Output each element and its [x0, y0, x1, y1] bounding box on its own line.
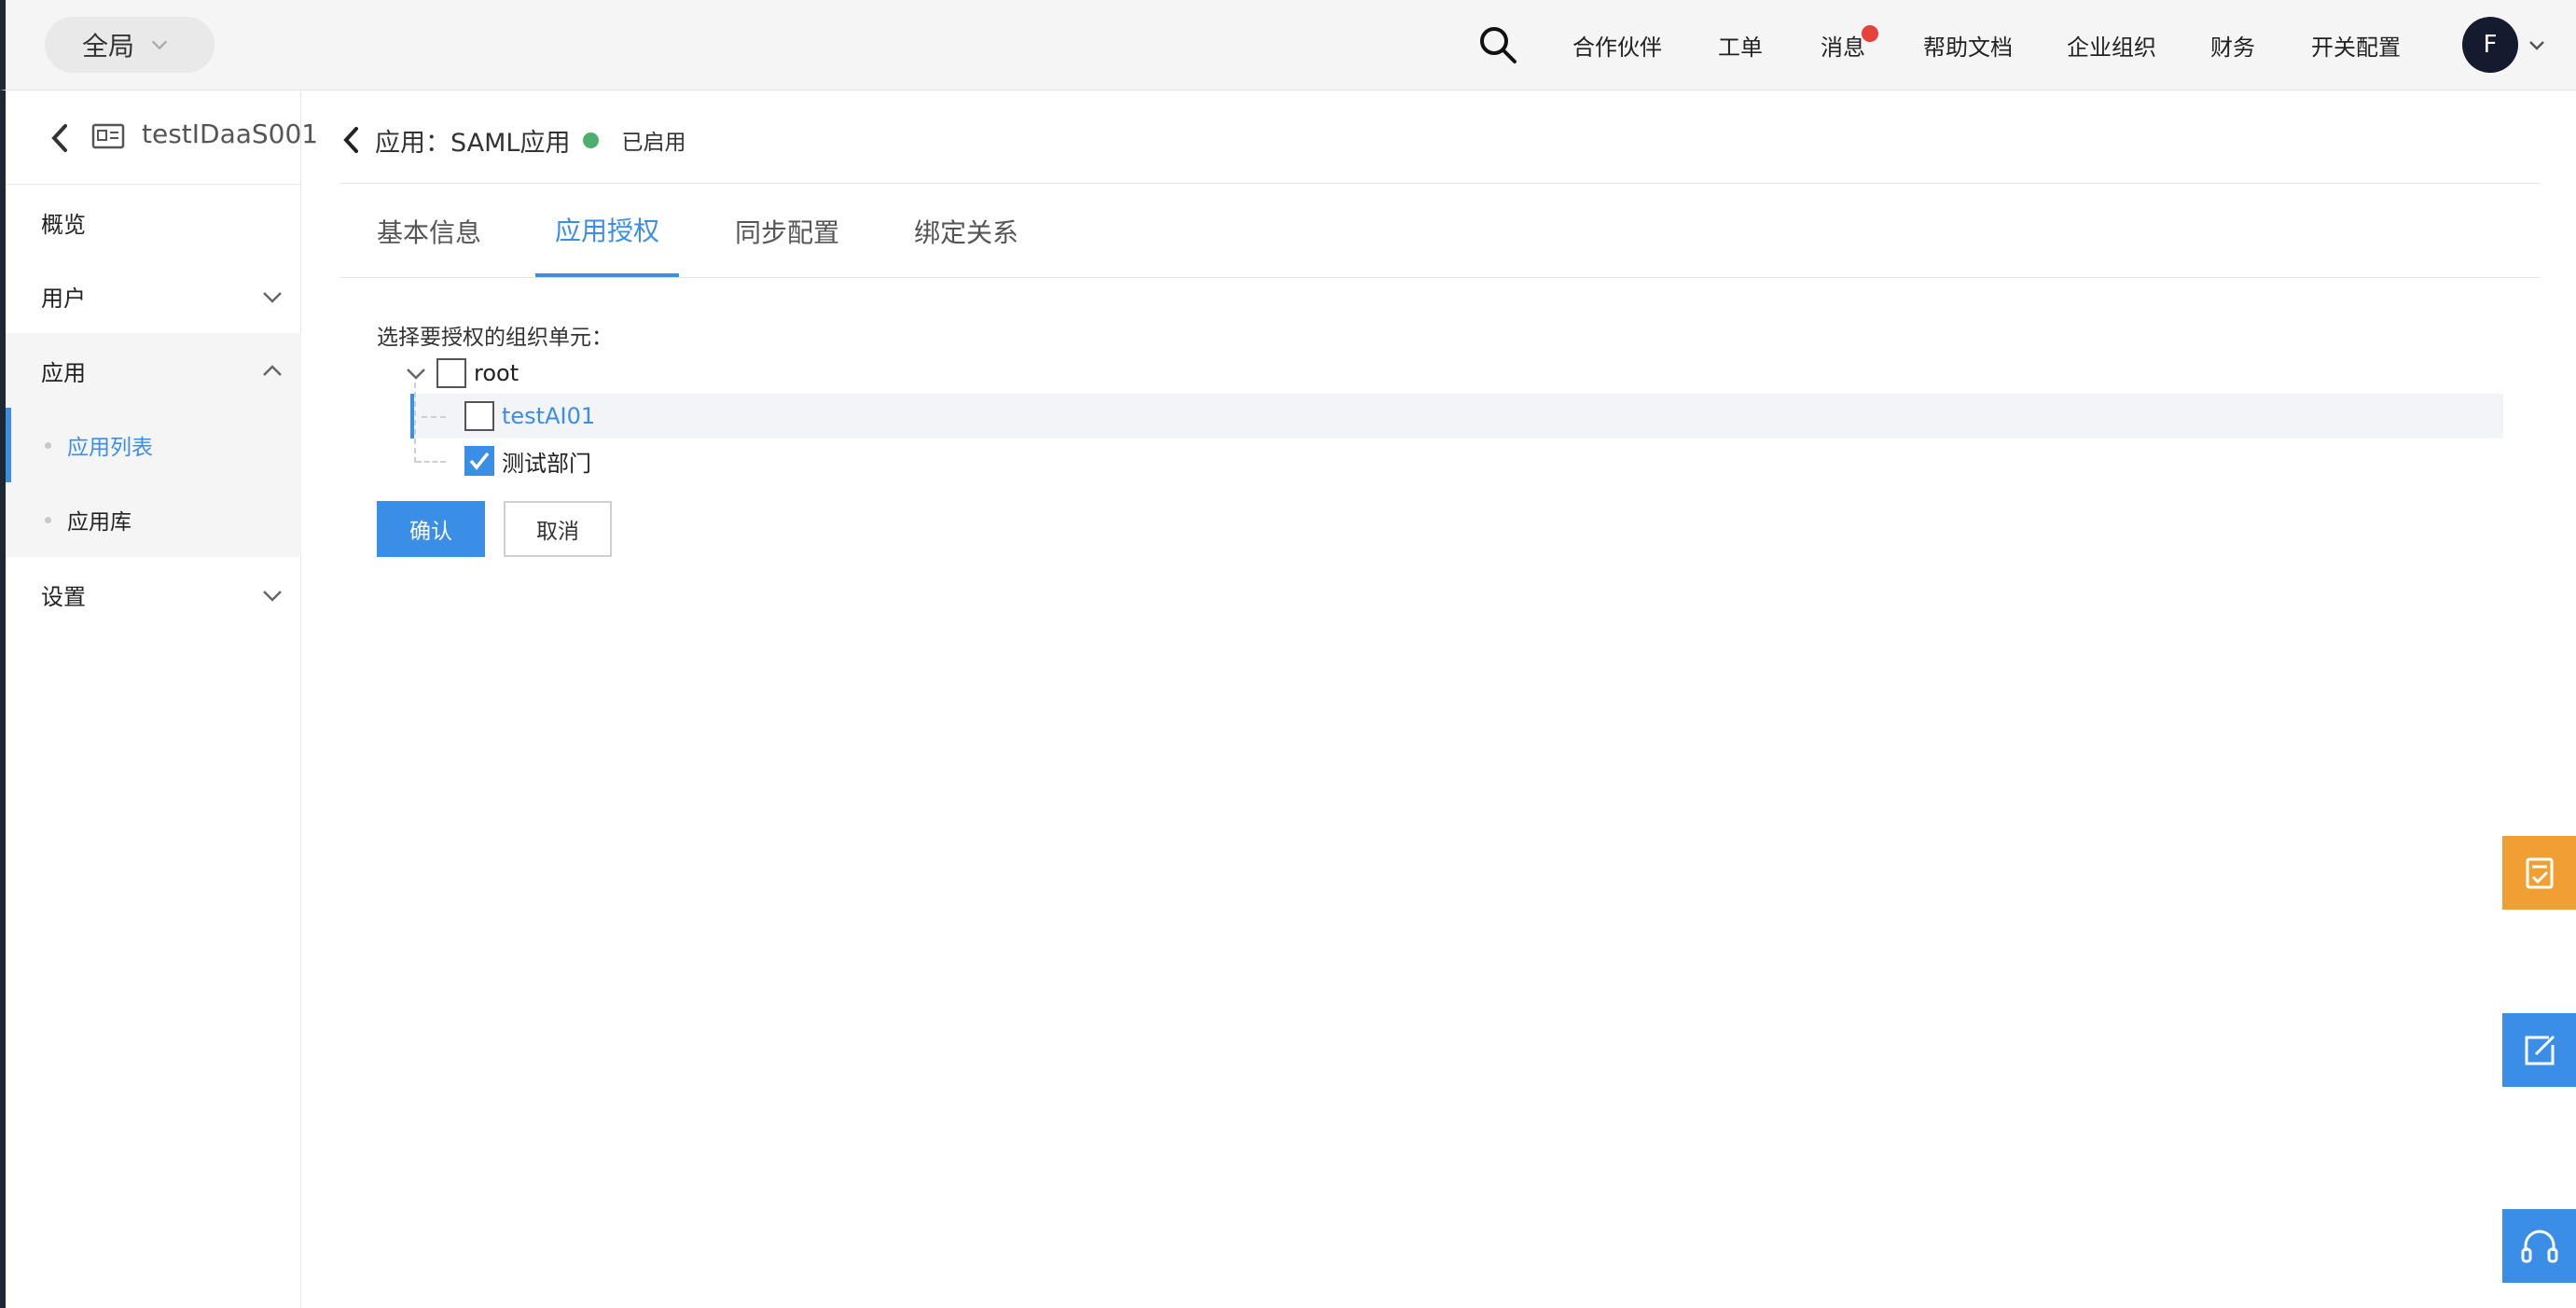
sidebar-item-overview[interactable]: 概览: [6, 185, 301, 259]
nav-switch-config[interactable]: 开关配置: [2311, 0, 2401, 90]
edit-icon: [2525, 1035, 2555, 1064]
sidebar-item-label: 应用库: [67, 510, 132, 535]
checkbox-root[interactable]: [436, 358, 466, 388]
cancel-button[interactable]: 取消: [504, 501, 612, 557]
chevron-down-icon: [151, 40, 168, 50]
search-icon[interactable]: [1477, 24, 1518, 65]
top-header: 全局 合作伙伴 工单 消息 帮助文档 企业组织 财务 开关配置 F: [0, 0, 2576, 90]
sidebar-item-app-library[interactable]: 应用库: [6, 482, 301, 557]
avatar[interactable]: F: [2462, 17, 2518, 73]
tab-sync-config[interactable]: 同步配置: [713, 185, 862, 277]
instance-title: testIDaaS001: [142, 118, 319, 149]
chevron-down-icon: [263, 591, 282, 602]
chevron-down-icon: [263, 292, 282, 303]
nav-tickets[interactable]: 工单: [1718, 0, 1763, 90]
id-card-icon: [91, 123, 125, 149]
sidebar-item-label: 应用列表: [67, 436, 153, 460]
feedback-button[interactable]: [2502, 1013, 2576, 1087]
tree-guide-line: [416, 461, 446, 463]
confirm-button[interactable]: 确认: [377, 501, 485, 557]
sidebar-item-label: 用户: [41, 285, 86, 312]
tree-node-testai01: testAI01: [464, 394, 595, 438]
sidebar-item-label: 设置: [41, 583, 86, 610]
tab-app-authorization[interactable]: 应用授权: [535, 185, 679, 277]
checklist-icon: [2526, 857, 2553, 888]
scope-label: 全局: [82, 31, 135, 62]
status-badge: 已启用: [621, 131, 686, 155]
sidebar: testIDaaS001 概览 用户 应用 应用列表 应用库 设置: [0, 90, 318, 1308]
form-label: 选择要授权的组织单元：: [377, 326, 613, 350]
tree-node-label[interactable]: testAI01: [502, 403, 595, 429]
bullet-icon: [45, 442, 51, 449]
nav-partners[interactable]: 合作伙伴: [1572, 0, 1662, 90]
back-arrow-icon[interactable]: [47, 122, 73, 154]
sidebar-item-app-list[interactable]: 应用列表: [6, 408, 301, 482]
task-checklist-button[interactable]: [2502, 836, 2576, 910]
breadcrumb: 应用： SAML应用 已启用: [339, 121, 686, 159]
tree-node-label: 测试部门: [502, 450, 591, 477]
message-badge: [1862, 25, 1878, 42]
divider: [339, 183, 2541, 184]
tab-binding[interactable]: 绑定关系: [892, 185, 1041, 277]
breadcrumb-prefix: 应用：: [375, 128, 450, 158]
tree-node-root: root: [405, 351, 519, 396]
back-arrow-icon[interactable]: [339, 125, 362, 155]
nav-enterprise-org[interactable]: 企业组织: [2067, 0, 2156, 90]
tab-basic-info[interactable]: 基本信息: [339, 185, 519, 277]
tree-node-test-dept: 测试部门: [464, 438, 591, 483]
tree-guide-line: [422, 416, 446, 418]
sidebar-header: testIDaaS001: [6, 90, 318, 185]
tab-bar: 基本信息 应用授权 同步配置 绑定关系: [339, 185, 2541, 278]
bullet-icon: [45, 517, 51, 523]
nav-finance[interactable]: 财务: [2210, 0, 2255, 90]
sidebar-item-settings[interactable]: 设置: [6, 557, 301, 632]
sidebar-item-apps[interactable]: 应用: [6, 333, 301, 408]
status-dot: [583, 132, 600, 148]
active-indicator: [6, 408, 11, 482]
tree-row-highlight: [410, 394, 2503, 438]
sidebar-item-label: 概览: [41, 211, 86, 238]
sidebar-item-users[interactable]: 用户: [6, 258, 301, 333]
nav-help-docs[interactable]: 帮助文档: [1923, 0, 2013, 90]
headset-icon: [2521, 1230, 2557, 1262]
chevron-down-icon[interactable]: [405, 362, 427, 384]
checkbox-testai01[interactable]: [464, 401, 494, 431]
checkbox-test-dept[interactable]: [464, 446, 494, 476]
chevron-down-icon[interactable]: [2528, 35, 2546, 54]
sidebar-item-label: 应用: [41, 359, 86, 386]
checkmark-icon: [469, 452, 490, 470]
support-button[interactable]: [2502, 1209, 2576, 1283]
scope-selector[interactable]: 全局: [45, 17, 215, 73]
chevron-up-icon: [263, 365, 282, 376]
nav-messages[interactable]: 消息: [1821, 0, 1865, 90]
app-name: SAML应用: [450, 128, 571, 158]
tree-node-label: root: [474, 360, 519, 386]
